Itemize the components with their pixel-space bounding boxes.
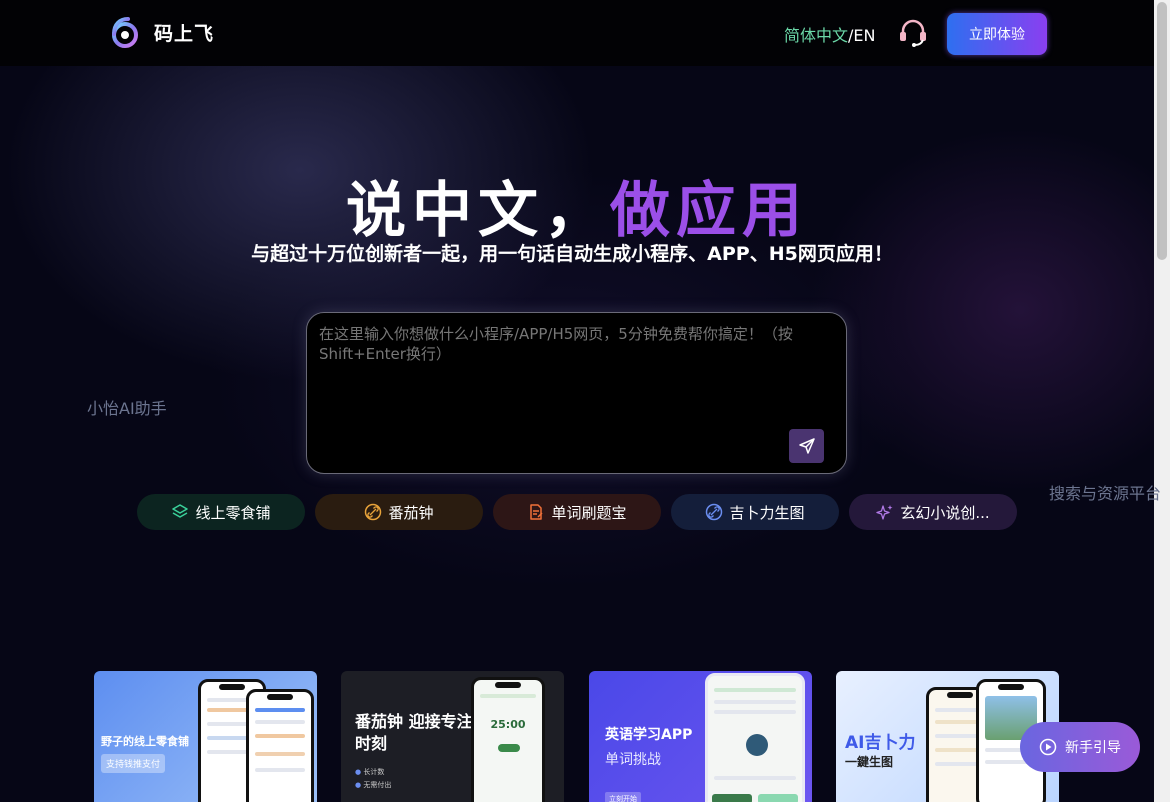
card-title: 野子的线上零食铺 (101, 735, 189, 748)
hero-subtitle: 与超过十万位创新者一起，用一句话自动生成小程序、APP、H5网页应用！ (251, 243, 893, 265)
chip-snack-shop[interactable]: 线上零食铺 (137, 494, 305, 530)
top-navbar: 码上飞 简体中文/EN 立即体验 (0, 0, 1154, 66)
timer-display: 25:00 (490, 718, 526, 731)
phone-mockup (246, 689, 314, 802)
send-icon (798, 438, 815, 454)
document-icon (530, 504, 544, 520)
chip-label: 吉卜力生图 (729, 503, 805, 522)
card-title: 英语学习APP (605, 727, 693, 743)
beginner-guide-button[interactable]: 新手引导 (1020, 722, 1140, 772)
chip-label: 单词刷题宝 (551, 503, 627, 522)
chip-ghibli-image[interactable]: 吉卜力生图 (671, 494, 839, 530)
chip-label: 玄幻小说创... (900, 503, 990, 522)
phone-mockup (705, 673, 805, 802)
resource-platform-link[interactable]: 搜索与资源平台 (1049, 480, 1161, 504)
card-feature-list: ● 长计数 ● 无需付出 (355, 768, 392, 789)
link-icon (706, 503, 723, 521)
chip-fantasy-novel[interactable]: 玄幻小说创... (849, 494, 1017, 530)
brand-name: 码上飞 (154, 22, 215, 45)
lang-zh[interactable]: 简体中文 (784, 26, 848, 45)
prompt-container (306, 312, 847, 474)
link-icon (365, 503, 382, 521)
layers-icon (172, 504, 189, 518)
card-subtitle: 单词挑战 (605, 752, 661, 768)
card-feature: 长计数 (363, 768, 385, 776)
phone-mockup: 25:00 (471, 677, 545, 802)
language-switch[interactable]: 简体中文/EN (784, 22, 875, 46)
prompt-input[interactable] (319, 324, 835, 434)
chip-label: 线上零食铺 (195, 503, 271, 522)
try-now-button[interactable]: 立即体验 (947, 13, 1047, 55)
card-title: AI吉卜力 (845, 733, 916, 753)
hero-title-highlight: 做应用 (610, 176, 808, 246)
scrollbar-thumb[interactable] (1157, 2, 1167, 260)
showcase-card-english-app[interactable]: 英语学习APP 单词挑战 立刻开始 (589, 671, 812, 802)
card-subtitle: 一鍵生图 (845, 755, 894, 769)
guide-label: 新手引导 (1065, 740, 1121, 756)
hero-title-white: 说中文， (346, 176, 610, 246)
sparkle-icon (876, 505, 893, 520)
chip-label: 番茄钟 (388, 503, 434, 522)
card-feature: 无需付出 (363, 781, 392, 789)
hero-title: 说中文，做应用 (0, 162, 1154, 249)
chip-pomodoro[interactable]: 番茄钟 (315, 494, 483, 530)
ai-assistant-link[interactable]: 小怡AI助手 (87, 395, 167, 419)
customer-service-icon[interactable] (897, 18, 929, 48)
showcase-card-snack-shop[interactable]: 野子的线上零食铺 支持钱推支付 (94, 671, 317, 802)
chip-word-quiz[interactable]: 单词刷题宝 (493, 494, 661, 530)
card-tag: 支持钱推支付 (101, 754, 166, 773)
send-button[interactable] (789, 429, 824, 463)
card-title: 番茄钟 迎接专注时刻 (355, 712, 473, 753)
card-tag: 立刻开始 (605, 792, 641, 802)
showcase-card-pomodoro[interactable]: 番茄钟 迎接专注时刻 ● 长计数 ● 无需付出 25:00 (341, 671, 564, 802)
page-scrollbar[interactable] (1154, 0, 1170, 802)
play-icon (1039, 738, 1057, 756)
brand-logo[interactable]: 码上飞 (108, 16, 214, 48)
lang-en[interactable]: EN (853, 26, 875, 45)
logo-icon (112, 17, 138, 48)
